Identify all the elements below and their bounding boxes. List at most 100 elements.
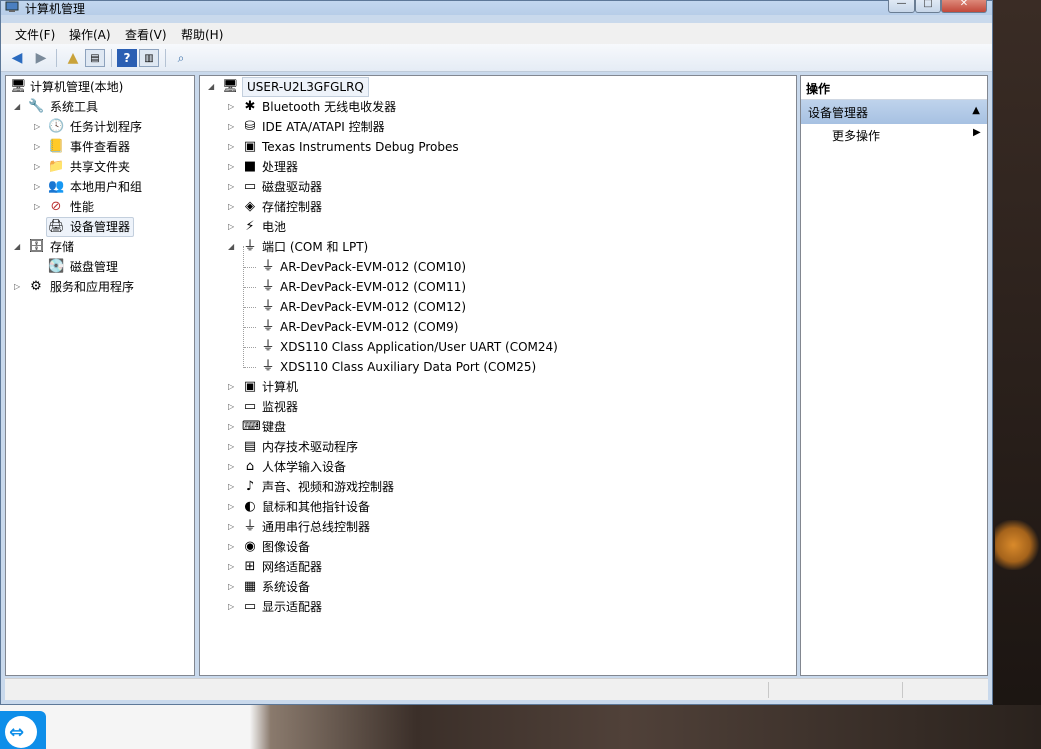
mouse-icon: ◐ xyxy=(244,499,256,514)
collapse-icon[interactable]: ◢ xyxy=(14,237,24,257)
status-bar xyxy=(5,678,988,700)
monitor-icon: ▭ xyxy=(243,399,257,414)
expand-icon[interactable]: ▷ xyxy=(228,497,238,517)
wallpaper-detail xyxy=(995,520,1041,570)
expand-icon[interactable]: ▷ xyxy=(228,597,238,617)
hid-icon: ⌂ xyxy=(245,459,255,474)
actions-section-device-manager[interactable]: 设备管理器 ▲ xyxy=(801,100,987,124)
window-title: 计算机管理 xyxy=(25,2,86,16)
services-icon: ⚙ xyxy=(30,279,42,294)
display-adapter-icon: ▭ xyxy=(243,599,257,614)
expand-icon[interactable]: ▷ xyxy=(228,417,238,437)
expand-icon[interactable]: ▷ xyxy=(228,557,238,577)
toolbar: ◀ ▶ ▲ ▤ ? ▥ ⌕ xyxy=(1,44,992,72)
sound-icon: ♪ xyxy=(245,479,255,494)
expand-icon[interactable]: ▷ xyxy=(228,177,238,197)
expand-icon[interactable]: ▷ xyxy=(228,217,238,237)
desktop-wallpaper-right xyxy=(990,0,1041,749)
shared-folder-icon: 📁 xyxy=(48,159,65,174)
actions-section-label: 设备管理器 xyxy=(808,106,869,120)
expand-icon[interactable]: ▷ xyxy=(228,457,238,477)
title-bar[interactable]: 计算机管理 — □ ✕ xyxy=(1,0,992,16)
menu-help[interactable]: 帮助(H) xyxy=(181,26,223,43)
show-hide-action-pane-icon[interactable]: ▥ xyxy=(139,49,159,67)
performance-icon: ⊘ xyxy=(50,199,62,214)
expand-icon[interactable]: ▷ xyxy=(228,517,238,537)
expand-icon[interactable]: ▷ xyxy=(228,537,238,557)
computer-icon: ▣ xyxy=(243,379,257,394)
minimize-button[interactable]: — xyxy=(888,0,915,13)
expand-icon[interactable]: ▷ xyxy=(228,157,238,177)
expand-icon[interactable]: ▷ xyxy=(34,177,44,197)
collapse-icon[interactable]: ◢ xyxy=(228,237,238,257)
more-actions-item[interactable]: 更多操作 xyxy=(832,127,880,144)
ide-controller-icon: ⛁ xyxy=(244,119,256,134)
port-icon: ⏚ xyxy=(261,339,275,354)
tools-icon: 🔧 xyxy=(28,99,45,114)
show-hide-tree-icon[interactable]: ▤ xyxy=(85,49,105,67)
storage-controller-icon: ◈ xyxy=(245,199,255,214)
imaging-icon: ◉ xyxy=(244,539,256,554)
port-icon: ⏚ xyxy=(261,319,275,334)
expand-icon[interactable]: ▷ xyxy=(228,377,238,397)
teamviewer-icon[interactable]: ⇔ xyxy=(0,711,46,749)
help-icon[interactable]: ? xyxy=(117,49,137,67)
close-button[interactable]: ✕ xyxy=(941,0,987,13)
menu-bar: 文件(F) 操作(A) 查看(V) 帮助(H) xyxy=(1,23,992,44)
port-icon: ⏚ xyxy=(243,239,257,254)
forward-arrow-icon[interactable]: ▶ xyxy=(31,49,51,67)
port-icon: ⏚ xyxy=(261,299,275,314)
expand-icon[interactable]: ▷ xyxy=(34,117,44,137)
processor-icon: ■ xyxy=(243,159,257,174)
expand-icon[interactable]: ▷ xyxy=(34,197,44,217)
expand-icon[interactable]: ▷ xyxy=(34,157,44,177)
port-icon: ⏚ xyxy=(261,359,275,374)
desktop-wallpaper-bottom xyxy=(0,705,1041,749)
expand-icon[interactable]: ▷ xyxy=(228,437,238,457)
expand-icon[interactable]: ▷ xyxy=(14,277,24,297)
users-icon: 👥 xyxy=(48,179,65,194)
expand-icon[interactable]: ▷ xyxy=(228,577,238,597)
expand-icon[interactable]: ▷ xyxy=(228,397,238,417)
submenu-arrow-icon: ▶ xyxy=(973,127,981,138)
clock-icon: 🕓 xyxy=(48,119,65,134)
expand-icon[interactable]: ▷ xyxy=(228,137,238,157)
collapse-up-icon[interactable]: ▲ xyxy=(972,105,980,116)
event-viewer-icon: 📒 xyxy=(48,139,65,154)
disk-icon: 💽 xyxy=(48,259,65,274)
collapse-icon[interactable]: ◢ xyxy=(14,97,24,117)
debug-probe-icon: ▣ xyxy=(243,139,257,154)
expand-icon[interactable]: ▷ xyxy=(228,197,238,217)
actions-pane: 操作 设备管理器 ▲ 更多操作 ▶ xyxy=(800,75,988,676)
usb-icon: ⏚ xyxy=(243,519,257,534)
expand-icon[interactable]: ▷ xyxy=(228,117,238,137)
device-tree-pane: ◢ 🖥 USER-U2L3GFGLRQ ▷ ✱ Bluetooth 无线电收发器 ▷ ⛁… xyxy=(199,75,797,676)
system-devices-icon: ▦ xyxy=(243,579,257,594)
expand-icon[interactable]: ▷ xyxy=(34,137,44,157)
menu-file[interactable]: 文件(F) xyxy=(15,26,55,43)
menu-view[interactable]: 查看(V) xyxy=(125,26,167,43)
actions-header: 操作 xyxy=(801,76,987,100)
network-adapter-icon: ⊞ xyxy=(244,559,256,574)
expand-icon[interactable]: ▷ xyxy=(228,97,238,117)
device-manager-icon: 🖨 xyxy=(48,219,65,234)
bluetooth-icon: ✱ xyxy=(244,99,256,114)
port-icon: ⏚ xyxy=(261,279,275,294)
memory-icon: ▤ xyxy=(243,439,257,454)
port-icon: ⏚ xyxy=(261,259,275,274)
storage-icon: 🗄 xyxy=(28,239,45,254)
back-arrow-icon[interactable]: ◀ xyxy=(7,49,27,67)
expand-icon[interactable]: ▷ xyxy=(228,477,238,497)
computer-icon: 🖥 xyxy=(222,79,239,94)
up-folder-icon[interactable]: ▲ xyxy=(63,49,83,67)
collapse-icon[interactable]: ◢ xyxy=(208,77,218,97)
console-tree-pane: 🖥 计算机管理(本地) ◢ 🔧 系统工具 ▷ 🕓 任务计划程序 ▷ 📒 事件查看… xyxy=(5,75,195,676)
computer-management-icon xyxy=(5,1,19,12)
scan-hardware-icon[interactable]: ⌕ xyxy=(171,49,191,67)
menu-action[interactable]: 操作(A) xyxy=(69,26,111,43)
computer-management-window: 计算机管理 — □ ✕ 文件(F) 操作(A) 查看(V) 帮助(H) ◀ ▶ … xyxy=(0,0,993,705)
keyboard-icon: ⌨ xyxy=(242,419,261,434)
computer-icon: 🖥 xyxy=(10,79,27,94)
disk-drive-icon: ▭ xyxy=(243,179,257,194)
maximize-button[interactable]: □ xyxy=(915,0,941,13)
